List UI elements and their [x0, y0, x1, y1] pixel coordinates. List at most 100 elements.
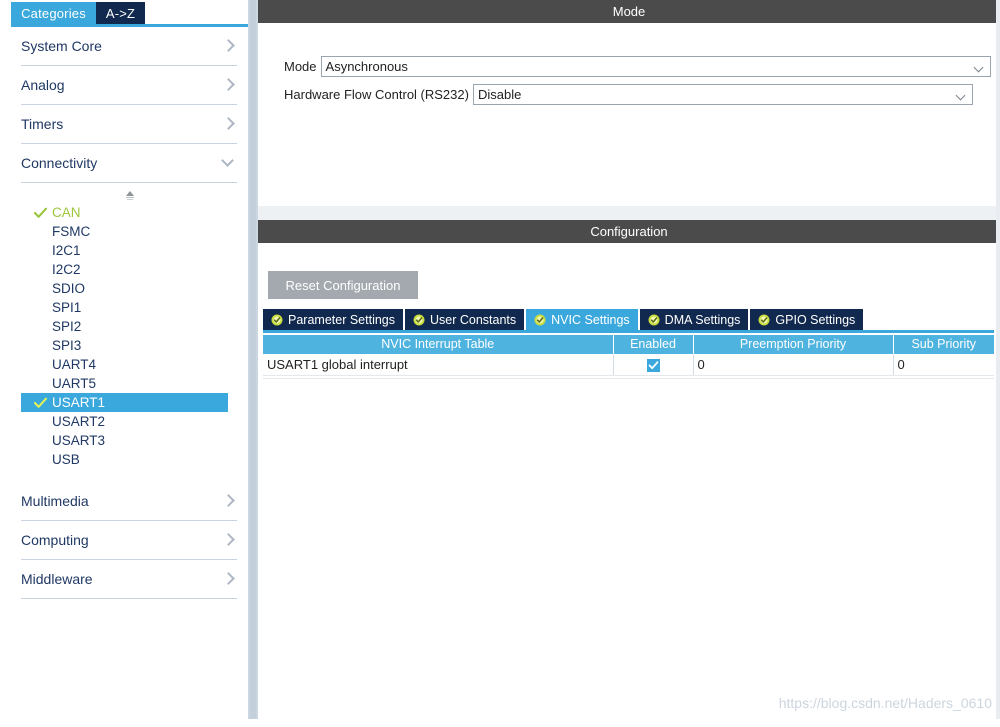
peripheral-label: UART5	[52, 376, 97, 391]
cubemx-window: Categories A->Z System Core Analog Timer…	[0, 0, 1000, 727]
sidebar-item-can[interactable]: CAN	[21, 203, 237, 222]
tab-label: DMA Settings	[664, 312, 741, 327]
peripheral-label: USART2	[52, 414, 106, 429]
peripheral-label: I2C2	[52, 262, 81, 277]
category-label: Analog	[21, 77, 65, 93]
flow-control-select[interactable]: Disable	[472, 84, 973, 105]
pane-splitter-handle[interactable]	[250, 0, 256, 727]
flow-control-value: Disable	[477, 87, 522, 102]
tab-user-constants[interactable]: User Constants	[405, 309, 525, 330]
mode-select[interactable]: Asynchronous	[320, 56, 991, 77]
tab-categories-label: Categories	[21, 5, 86, 21]
table-bottom-divider	[263, 378, 994, 379]
sidebar-item-spi1[interactable]: SPI1	[21, 298, 237, 317]
column-header-interrupt[interactable]: NVIC Interrupt Table	[263, 335, 614, 355]
check-icon	[34, 397, 47, 408]
sidebar-item-usart1[interactable]: USART1	[21, 393, 228, 412]
check-icon	[34, 207, 47, 218]
table-row[interactable]: USART1 global interrupt 0 0	[263, 354, 994, 376]
connectivity-peripheral-list: CAN FSMC I2C1 I2C2 SDIO SPI1 SPI2 SPI3 U…	[21, 203, 237, 469]
check-circle-icon	[413, 314, 425, 326]
chevron-right-icon	[221, 571, 237, 587]
peripheral-label: USB	[52, 452, 80, 467]
configuration-tab-bar: Parameter Settings User Constants NVIC S…	[263, 309, 865, 330]
chevron-right-icon	[221, 116, 237, 132]
sidebar-item-i2c2[interactable]: I2C2	[21, 260, 237, 279]
column-header-sub[interactable]: Sub Priority	[893, 335, 994, 355]
category-timers[interactable]: Timers	[21, 105, 237, 144]
chevron-right-icon	[221, 532, 237, 548]
tab-categories[interactable]: Categories	[11, 2, 96, 24]
mode-select-value: Asynchronous	[325, 59, 408, 74]
category-computing[interactable]: Computing	[21, 521, 237, 560]
column-header-enabled[interactable]: Enabled	[613, 335, 694, 355]
peripheral-label: FSMC	[52, 224, 91, 239]
chevron-right-icon	[221, 38, 237, 54]
tab-a-to-z[interactable]: A->Z	[96, 2, 145, 24]
check-circle-icon	[534, 314, 546, 326]
category-label: Multimedia	[21, 493, 89, 509]
peripheral-tree-pane: Categories A->Z System Core Analog Timer…	[0, 0, 248, 727]
category-connectivity[interactable]: Connectivity	[21, 144, 237, 183]
reset-configuration-label: Reset Configuration	[285, 277, 401, 293]
sidebar-item-sdio[interactable]: SDIO	[21, 279, 237, 298]
mode-field-row: Mode Asynchronous	[284, 56, 991, 77]
tab-dma-settings[interactable]: DMA Settings	[639, 309, 749, 330]
tab-label: GPIO Settings	[775, 312, 856, 327]
configuration-panel-body: Reset Configuration Parameter Settings U	[258, 243, 1000, 727]
enabled-cell[interactable]	[613, 354, 694, 376]
sidebar-item-usart2[interactable]: USART2	[21, 412, 237, 431]
sidebar-item-uart4[interactable]: UART4	[21, 355, 237, 374]
preemption-priority-cell[interactable]: 0	[693, 354, 894, 376]
peripheral-label: SPI1	[52, 300, 82, 315]
sidebar-item-i2c1[interactable]: I2C1	[21, 241, 237, 260]
reset-configuration-button[interactable]: Reset Configuration	[268, 271, 418, 299]
peripheral-label: CAN	[52, 205, 81, 220]
pane-right-edge	[996, 0, 1000, 719]
peripheral-label: SPI2	[52, 319, 82, 334]
tab-a-to-z-label: A->Z	[105, 5, 136, 21]
sidebar-item-fsmc[interactable]: FSMC	[21, 222, 237, 241]
sidebar-item-usart3[interactable]: USART3	[21, 431, 237, 450]
check-circle-icon	[648, 314, 660, 326]
mode-panel-title: Mode	[258, 0, 1000, 23]
sidebar-item-uart5[interactable]: UART5	[21, 374, 237, 393]
left-tab-bar: Categories A->Z	[0, 0, 248, 24]
category-middleware[interactable]: Middleware	[21, 560, 237, 599]
tab-parameter-settings[interactable]: Parameter Settings	[263, 309, 403, 330]
configuration-pane: Mode Mode Asynchronous Hardware Flow Con…	[258, 0, 1000, 727]
category-label: Timers	[21, 116, 64, 132]
peripheral-label: I2C1	[52, 243, 81, 258]
mode-field-label: Mode	[284, 59, 317, 74]
category-multimedia[interactable]: Multimedia	[21, 482, 237, 521]
category-analog[interactable]: Analog	[21, 66, 237, 105]
chevron-right-icon	[221, 77, 237, 93]
enabled-checkbox[interactable]	[646, 359, 660, 373]
configuration-panel: Configuration Reset Configuration Parame…	[258, 220, 1000, 727]
nvic-interrupt-table: NVIC Interrupt Table Enabled Preemption …	[263, 335, 994, 376]
table-header-row: NVIC Interrupt Table Enabled Preemption …	[263, 335, 994, 355]
configuration-tab-underline	[263, 330, 994, 333]
peripheral-label: UART4	[52, 357, 97, 372]
panel-gap	[258, 206, 1000, 220]
configuration-panel-title: Configuration	[258, 220, 1000, 243]
column-header-preemption[interactable]: Preemption Priority	[693, 335, 894, 355]
chevron-right-icon	[221, 493, 237, 509]
sidebar-item-spi3[interactable]: SPI3	[21, 336, 237, 355]
sub-priority-cell[interactable]: 0	[893, 354, 994, 376]
tab-gpio-settings[interactable]: GPIO Settings	[750, 309, 864, 330]
tab-nvic-settings[interactable]: NVIC Settings	[526, 309, 638, 330]
scroll-up-icon[interactable]	[121, 190, 139, 202]
peripheral-label: SDIO	[52, 281, 86, 296]
peripheral-label: USART3	[52, 433, 106, 448]
category-label: System Core	[21, 38, 102, 54]
window-bottom-strip	[0, 719, 1000, 727]
check-circle-icon	[758, 314, 770, 326]
tab-label: Parameter Settings	[288, 312, 395, 327]
peripheral-label: USART1	[52, 395, 106, 410]
watermark-text: https://blog.csdn.net/Haders_0610	[778, 695, 992, 711]
sidebar-item-usb[interactable]: USB	[21, 450, 237, 469]
sidebar-item-spi2[interactable]: SPI2	[21, 317, 237, 336]
category-system-core[interactable]: System Core	[21, 27, 237, 66]
flow-control-field-row: Hardware Flow Control (RS232) Disable	[284, 84, 973, 105]
